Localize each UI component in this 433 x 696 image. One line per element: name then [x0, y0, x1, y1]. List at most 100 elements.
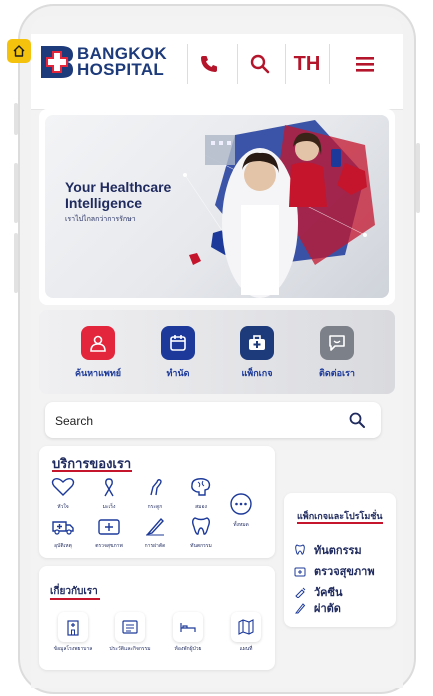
site-header: BANGKOK HOSPITAL TH: [31, 34, 403, 110]
phone-side-button: [416, 143, 420, 213]
checkup-icon: [98, 519, 120, 535]
quick-actions-bar: ค้นหาแพทย์ ทำนัด แพ็กเกจ ติดต่อเรา: [39, 310, 395, 394]
search-icon[interactable]: [349, 412, 365, 428]
news-icon: [115, 612, 145, 642]
tooth-icon: [192, 517, 210, 535]
promotions-title: แพ็กเกจและโปรโมชั่น: [297, 511, 383, 521]
ambulance-icon: [52, 521, 74, 535]
scalpel-icon: [146, 517, 164, 536]
service-label: ทันตกรรม: [190, 543, 212, 549]
service-label: หัวใจ: [57, 504, 69, 510]
promo-item-surgery[interactable]: ผ่าตัด: [294, 599, 341, 617]
service-surgery[interactable]: การผ่าตัด: [137, 516, 173, 550]
medical-kit-icon: [294, 565, 308, 577]
service-label: สมอง: [195, 504, 207, 510]
app-screen: BANGKOK HOSPITAL TH Your Healthcare Inte…: [31, 16, 403, 688]
logo-text: BANGKOK HOSPITAL: [77, 45, 167, 79]
service-heart[interactable]: หัวใจ: [45, 477, 81, 511]
language-toggle[interactable]: TH: [289, 46, 325, 82]
heart-icon: [51, 477, 75, 496]
menu-button[interactable]: [347, 46, 383, 82]
service-label: การผ่าตัด: [144, 543, 166, 549]
quick-action-appointment[interactable]: ทำนัด: [143, 326, 213, 380]
quick-action-label: ค้นหาแพทย์: [74, 368, 122, 378]
search-button[interactable]: [242, 46, 278, 82]
packages-promotions-section: แพ็กเกจและโปรโมชั่น ทันตกรรม ตรวจสุขภาพ …: [284, 493, 396, 627]
hero-banner[interactable]: Your Healthcare Intelligence เราไปไกลกว่…: [45, 115, 389, 298]
phone-button[interactable]: [191, 46, 227, 82]
search-bar[interactable]: Search: [45, 402, 381, 438]
header-divider: [285, 44, 286, 84]
about-item-label: แผนที่: [239, 646, 253, 652]
more-icon: [230, 493, 252, 515]
quick-action-label: ทำนัด: [166, 368, 190, 378]
calendar-icon: [161, 326, 195, 360]
medical-bag-icon: [240, 326, 274, 360]
banner-title-line-1: Your Healthcare: [65, 179, 172, 195]
promo-item-label: ตรวจสุขภาพ: [314, 566, 375, 578]
chat-icon: [320, 326, 354, 360]
quick-action-label: แพ็กเกจ: [241, 368, 273, 378]
service-dental[interactable]: ทันตกรรม: [183, 516, 219, 550]
syringe-icon: [294, 586, 308, 598]
banner-subtitle: เราไปไกลกว่าการรักษา: [65, 216, 136, 223]
service-label: ตรวจสุขภาพ: [95, 543, 123, 549]
tooth-icon: [294, 544, 308, 556]
search-icon: [250, 54, 270, 74]
about-item-map[interactable]: แผนที่: [218, 612, 274, 653]
phone-icon: [201, 56, 217, 72]
logo-line-2: HOSPITAL: [77, 60, 165, 79]
promo-item-checkup[interactable]: ตรวจสุขภาพ: [294, 562, 375, 580]
bangkok-hospital-logo[interactable]: BANGKOK HOSPITAL: [41, 45, 167, 79]
promo-item-label: ผ่าตัด: [314, 603, 341, 615]
about-us-section: เกี่ยวกับเรา ข้อมูลโรงพยาบาล ประวัติและก…: [39, 566, 275, 670]
promo-item-label: ทันตกรรม: [314, 545, 362, 557]
about-item-history[interactable]: ประวัติและกิจกรรม: [102, 612, 158, 653]
about-title: เกี่ยวกับเรา: [50, 586, 98, 597]
service-all[interactable]: ทั้งหมด: [223, 493, 259, 529]
banner-title: Your Healthcare Intelligence: [65, 179, 171, 211]
header-divider: [187, 44, 188, 84]
phone-side-button: [14, 163, 18, 223]
about-item-label: ห้องพักผู้ป่วย: [174, 646, 202, 652]
section-underline: [52, 470, 132, 472]
doctor-icon: [81, 326, 115, 360]
scalpel-icon: [294, 602, 308, 614]
logo-mark-icon: [41, 46, 73, 78]
about-item-label: ประวัติและกิจกรรม: [109, 646, 151, 652]
quick-action-contact[interactable]: ติดต่อเรา: [302, 326, 372, 380]
home-icon[interactable]: [7, 39, 31, 63]
service-label: กระดูก: [147, 504, 163, 510]
quick-action-find-doctor[interactable]: ค้นหาแพทย์: [63, 326, 133, 380]
about-item-rooms[interactable]: ห้องพักผู้ป่วย: [160, 612, 216, 653]
phone-side-button: [14, 103, 18, 135]
services-section: บริการของเรา หัวใจ มะเร็ง กระดูก สมอง ทั…: [39, 446, 275, 558]
service-brain[interactable]: สมอง: [183, 477, 219, 511]
service-bone[interactable]: กระดูก: [137, 477, 173, 511]
header-divider: [329, 44, 330, 84]
hero-banner-card: Your Healthcare Intelligence เราไปไกลกว่…: [39, 109, 395, 305]
service-label: ทั้งหมด: [233, 522, 249, 528]
banner-title-line-2: Intelligence: [65, 195, 143, 211]
brain-icon: [191, 478, 211, 496]
service-checkup[interactable]: ตรวจสุขภาพ: [91, 516, 127, 550]
section-underline: [50, 598, 100, 600]
service-label: อุบัติเหตุ: [54, 543, 72, 549]
hospital-building-icon: [58, 612, 88, 642]
map-icon: [231, 612, 261, 642]
service-accident[interactable]: อุบัติเหตุ: [45, 516, 81, 550]
phone-side-button: [14, 233, 18, 293]
quick-action-packages[interactable]: แพ็กเกจ: [222, 326, 292, 380]
hamburger-menu-icon: [356, 57, 374, 72]
promo-item-dental[interactable]: ทันตกรรม: [294, 541, 362, 559]
about-item-label: ข้อมูลโรงพยาบาล: [53, 646, 93, 652]
ribbon-icon: [104, 478, 114, 497]
service-cancer[interactable]: มะเร็ง: [91, 477, 127, 511]
about-item-hospital-info[interactable]: ข้อมูลโรงพยาบาล: [45, 612, 101, 653]
quick-action-label: ติดต่อเรา: [319, 368, 355, 378]
header-divider: [237, 44, 238, 84]
bed-icon: [173, 612, 203, 642]
search-label: Search: [55, 414, 94, 428]
service-label: มะเร็ง: [102, 504, 116, 510]
bone-icon: [150, 479, 162, 496]
